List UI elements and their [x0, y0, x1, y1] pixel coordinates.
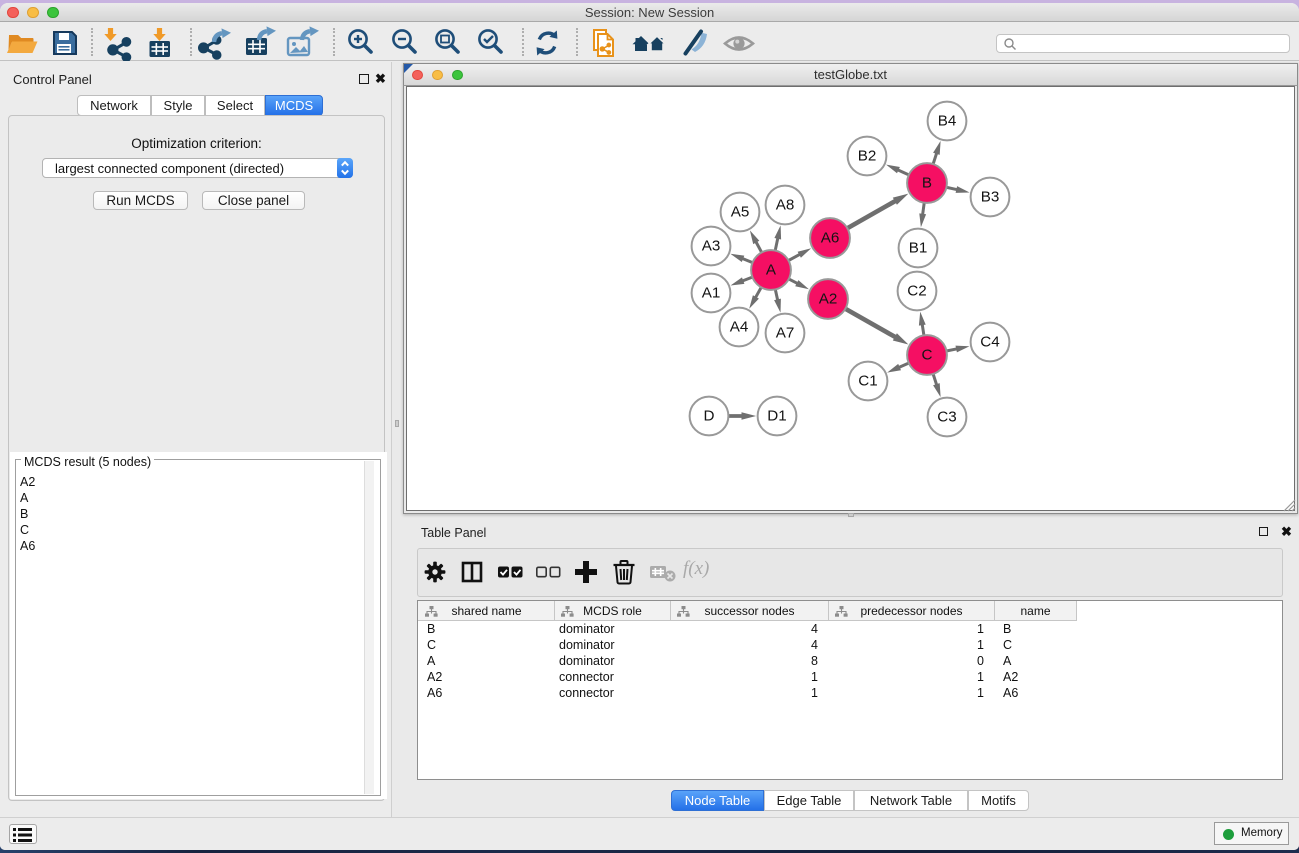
svg-text:C3: C3 [937, 409, 956, 426]
svg-text:B4: B4 [938, 113, 957, 130]
svg-text:A4: A4 [730, 319, 749, 336]
svg-text:B1: B1 [909, 240, 928, 257]
svg-text:A5: A5 [731, 204, 750, 221]
svg-text:B: B [922, 175, 932, 192]
svg-text:D: D [704, 408, 715, 425]
svg-text:A6: A6 [821, 230, 840, 247]
svg-text:C2: C2 [907, 283, 926, 300]
svg-text:A: A [766, 262, 777, 279]
svg-text:C1: C1 [858, 373, 877, 390]
svg-text:D1: D1 [767, 408, 786, 425]
svg-text:A7: A7 [776, 325, 795, 342]
svg-text:A3: A3 [702, 238, 721, 255]
svg-text:B3: B3 [981, 189, 1000, 206]
svg-text:A1: A1 [702, 285, 721, 302]
svg-text:C: C [922, 347, 933, 364]
svg-text:B2: B2 [858, 148, 877, 165]
svg-text:C4: C4 [980, 334, 999, 351]
svg-text:A8: A8 [776, 197, 795, 214]
svg-text:A2: A2 [819, 291, 838, 308]
